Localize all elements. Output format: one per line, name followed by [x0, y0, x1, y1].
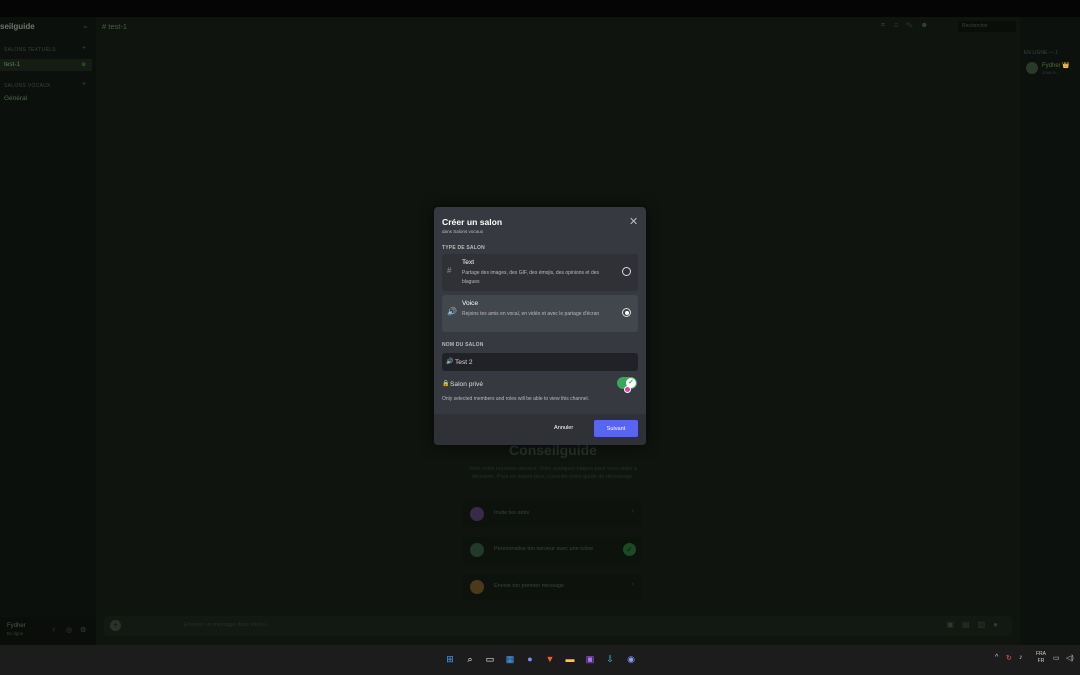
private-channel-description: Only selected members and roles will be … — [442, 396, 590, 402]
brave-browser-icon[interactable]: ▼ — [543, 652, 557, 666]
private-channel-label: Salon privé — [450, 381, 483, 388]
task-invite-friends[interactable]: Invite tes amis › — [462, 501, 642, 527]
category-text-channels[interactable]: SALONS TEXTUELS — [4, 47, 56, 53]
next-button[interactable]: Suivant — [594, 420, 638, 437]
radio-text[interactable] — [622, 267, 631, 276]
create-channel-modal: Créer un salon dans Salons vocaux ✕ TYPE… — [434, 207, 646, 445]
server-name[interactable]: seilguide — [0, 22, 35, 31]
threads-icon[interactable]: ⌗ — [881, 22, 893, 29]
option-name: Voice — [462, 300, 479, 307]
chevron-right-icon: › — [631, 508, 634, 515]
avatar[interactable] — [1026, 62, 1038, 74]
task-label: Personnalise ton serveur avec une icône — [494, 546, 594, 552]
check-icon: ✓ — [623, 543, 636, 556]
language-code: FRA — [1036, 651, 1046, 657]
windows-taskbar: ⊞ ⌕ ▭ ▦ ● ▼ ▬ ▣ ⇩ ◉ ^ ↻ ♪ FRA FR ▭ ◁) — [0, 645, 1080, 675]
sticker-icon[interactable]: ▥ — [978, 620, 994, 629]
message-composer[interactable]: + Envoyer un message dans #test-1 ▣▤▥● — [104, 616, 1012, 636]
speaker-icon: 🔊 — [447, 307, 457, 316]
members-icon[interactable]: ☻ — [921, 22, 936, 29]
modal-title: Créer un salon — [442, 217, 503, 227]
option-voice-channel[interactable]: 🔊 Voice Rejoins tes amis en vocal, en vi… — [442, 295, 638, 332]
window-title-bar — [0, 0, 1080, 17]
option-description: Partage des images, des GIF, des émojis,… — [462, 270, 600, 285]
channel-name-field[interactable]: 🔊 — [442, 353, 638, 371]
add-attachment-icon[interactable]: + — [110, 620, 121, 631]
lock-icon: 🔒 — [442, 381, 450, 387]
close-icon[interactable]: ✕ — [629, 215, 638, 228]
discord-app: seilguide ⌄ SALONS TEXTUELS + test-1 ⚙ S… — [0, 17, 1080, 645]
bell-icon[interactable]: ♫ — [893, 22, 906, 29]
modal-subtitle: dans Salons vocaux — [442, 229, 484, 234]
option-name: Text — [462, 259, 475, 266]
composer-tools: ▣▤▥● — [946, 620, 1006, 629]
task-first-message[interactable]: Envoie ton premier message › — [462, 574, 642, 600]
task-label: Invite tes amis — [494, 510, 530, 516]
headset-icon[interactable]: ◎ — [66, 626, 72, 634]
channel-sidebar: seilguide ⌄ SALONS TEXTUELS + test-1 ⚙ S… — [0, 17, 96, 645]
chat-icon[interactable]: ● — [523, 652, 537, 666]
header-toolbar: ⌗♫✎☻ — [881, 22, 936, 30]
hash-icon: # — [447, 266, 452, 275]
user-name[interactable]: Fydher — [7, 623, 26, 629]
user-status: En ligne — [7, 631, 24, 636]
channel-header: # test-1 — [102, 22, 127, 31]
channel-title: test-1 — [108, 22, 128, 31]
mic-icon[interactable]: ♪ — [52, 626, 56, 633]
chevron-down-icon[interactable]: ⌄ — [82, 21, 89, 30]
widgets-icon[interactable]: ▦ — [503, 652, 517, 666]
channel-label: test-1 — [4, 61, 21, 68]
channel-label: Général — [4, 95, 28, 102]
region-code: FR — [1037, 658, 1045, 664]
cancel-button[interactable]: Annuler — [554, 425, 573, 431]
task-customize-server[interactable]: Personnalise ton serveur avec une icône … — [462, 537, 642, 563]
channel-type-label: TYPE DE SALON — [442, 245, 485, 251]
volume-icon[interactable]: ◁) — [1066, 654, 1074, 662]
sidebar-item-general[interactable]: Général — [0, 93, 92, 105]
settings-icon[interactable]: ⚙ — [82, 59, 86, 71]
discord-icon[interactable]: ◉ — [624, 652, 638, 666]
windows-start-icon[interactable]: ⊞ — [443, 652, 457, 666]
server-icon — [470, 543, 484, 557]
speaker-icon: 🔊 — [446, 359, 454, 365]
sync-icon[interactable]: ↻ — [1006, 654, 1012, 662]
sidebar-item-test-1[interactable]: test-1 ⚙ — [0, 59, 92, 71]
category-voice-channels[interactable]: SALONS VOCAUX — [4, 83, 51, 89]
search-icon[interactable]: ⌕ — [463, 652, 477, 666]
channel-name-input[interactable] — [455, 355, 625, 369]
member-status: Joue à... — [1042, 70, 1060, 75]
user-panel: Fydher En ligne ♪ ◎ ⚙ — [0, 617, 96, 645]
add-channel-icon[interactable]: + — [82, 45, 86, 52]
radio-voice[interactable] — [622, 308, 631, 317]
download-app-icon[interactable]: ⇩ — [603, 652, 617, 666]
mic-icon[interactable]: ♪ — [1019, 654, 1023, 661]
gear-icon[interactable]: ⚙ — [80, 626, 86, 634]
member-list: EN LIGNE — 1 Fydher 👑 Joue à... — [1020, 17, 1080, 645]
chevron-right-icon: › — [631, 581, 634, 588]
member-name[interactable]: Fydher 👑 — [1042, 62, 1070, 69]
search-input[interactable]: Rechercher — [958, 21, 1016, 32]
premiere-icon[interactable]: ▣ — [583, 652, 597, 666]
gift-icon[interactable]: ▣ — [946, 620, 962, 629]
add-voice-channel-icon[interactable]: + — [82, 81, 86, 88]
channel-name-label: NOM DU SALON — [442, 342, 484, 348]
pin-icon[interactable]: ✎ — [906, 22, 920, 29]
option-text-channel[interactable]: # Text Partage des images, des GIF, des … — [442, 254, 638, 291]
invite-icon — [470, 507, 484, 521]
composer-placeholder: Envoyer un message dans #test-1 — [184, 622, 268, 628]
option-description: Rejoins tes amis en vocal, en vidéo et a… — [462, 311, 600, 317]
language-indicator[interactable]: FRA FR — [1036, 651, 1046, 665]
message-icon — [470, 580, 484, 594]
task-label: Envoie ton premier message — [494, 583, 565, 589]
gif-icon[interactable]: ▤ — [962, 620, 978, 629]
member-category: EN LIGNE — 1 — [1024, 50, 1058, 56]
welcome-subtitle: Voici votre nouveau serveur. Voici quelq… — [468, 466, 638, 480]
emoji-icon[interactable]: ● — [993, 620, 1006, 629]
task-view-icon[interactable]: ▭ — [483, 652, 497, 666]
chevron-up-icon[interactable]: ^ — [995, 654, 998, 661]
file-explorer-icon[interactable]: ▬ — [563, 652, 577, 666]
monitor-icon[interactable]: ▭ — [1053, 654, 1060, 662]
mouse-cursor — [624, 386, 631, 393]
